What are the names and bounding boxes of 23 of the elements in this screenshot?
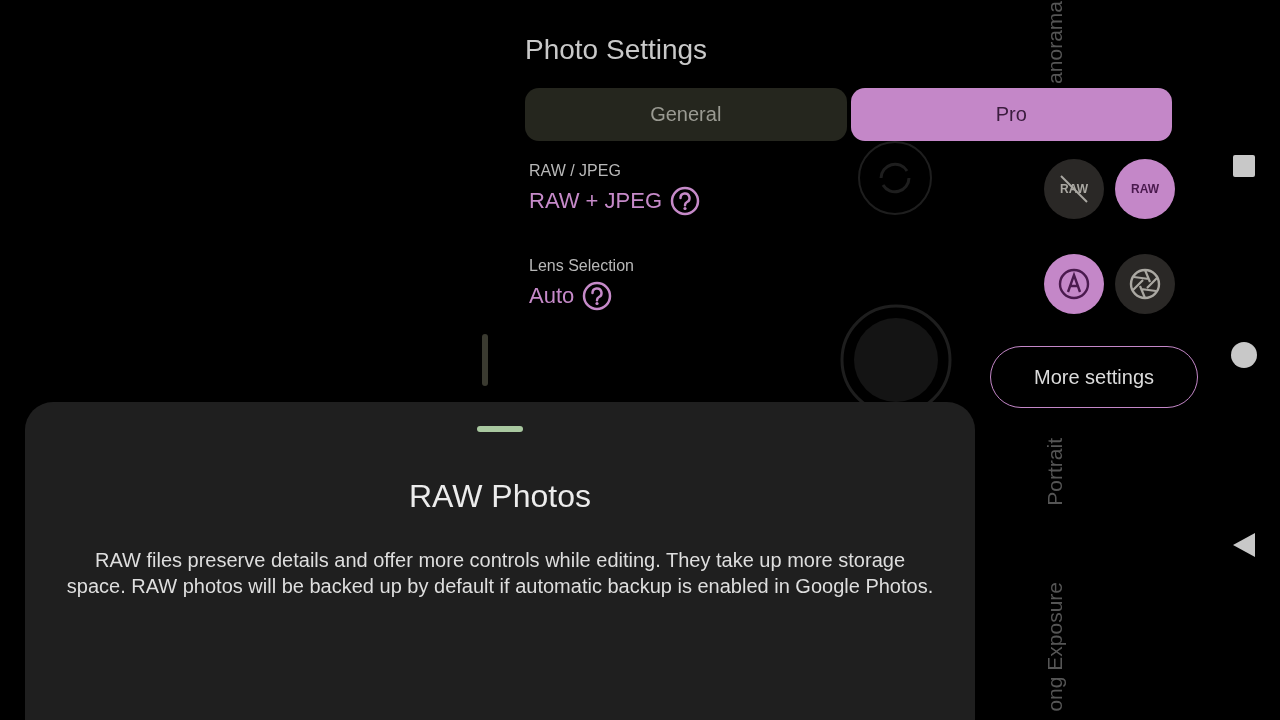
drag-handle[interactable] [477, 426, 523, 432]
settings-tab[interactable]: General [525, 88, 847, 141]
raw-button[interactable]: RAW [1115, 158, 1175, 219]
camera-mode-label[interactable]: ong Exposure [1043, 582, 1067, 712]
settings-tab[interactable]: Pro [850, 88, 1172, 141]
help-icon[interactable] [670, 185, 701, 216]
aperture-icon [1129, 267, 1161, 300]
back-icon[interactable] [1232, 532, 1256, 558]
help-icon[interactable] [582, 280, 613, 311]
sheet-description: RAW files preserve details and offer more controls while editing. They take up more storage space. RAW photos will be backed up by default if automatic backup is enabled in Google Photos. [65, 548, 935, 599]
recents-icon[interactable] [1232, 154, 1256, 178]
setting-value[interactable]: Auto [529, 282, 575, 309]
setting-value[interactable]: RAW + JPEG [529, 187, 663, 214]
more-settings-button[interactable]: More settings [990, 346, 1198, 408]
camera-mode-label[interactable]: Portrait [1043, 438, 1067, 506]
scroll-indicator [482, 334, 488, 386]
setting-label: Lens Selection [529, 256, 634, 275]
auto-icon [1058, 267, 1090, 300]
switch-camera-icon[interactable] [857, 140, 933, 216]
sheet-title: RAW Photos [409, 478, 591, 515]
camera-mode-label[interactable]: anorama [1043, 1, 1067, 84]
home-icon[interactable] [1230, 341, 1258, 369]
setting-label: RAW / JPEG [529, 161, 622, 180]
